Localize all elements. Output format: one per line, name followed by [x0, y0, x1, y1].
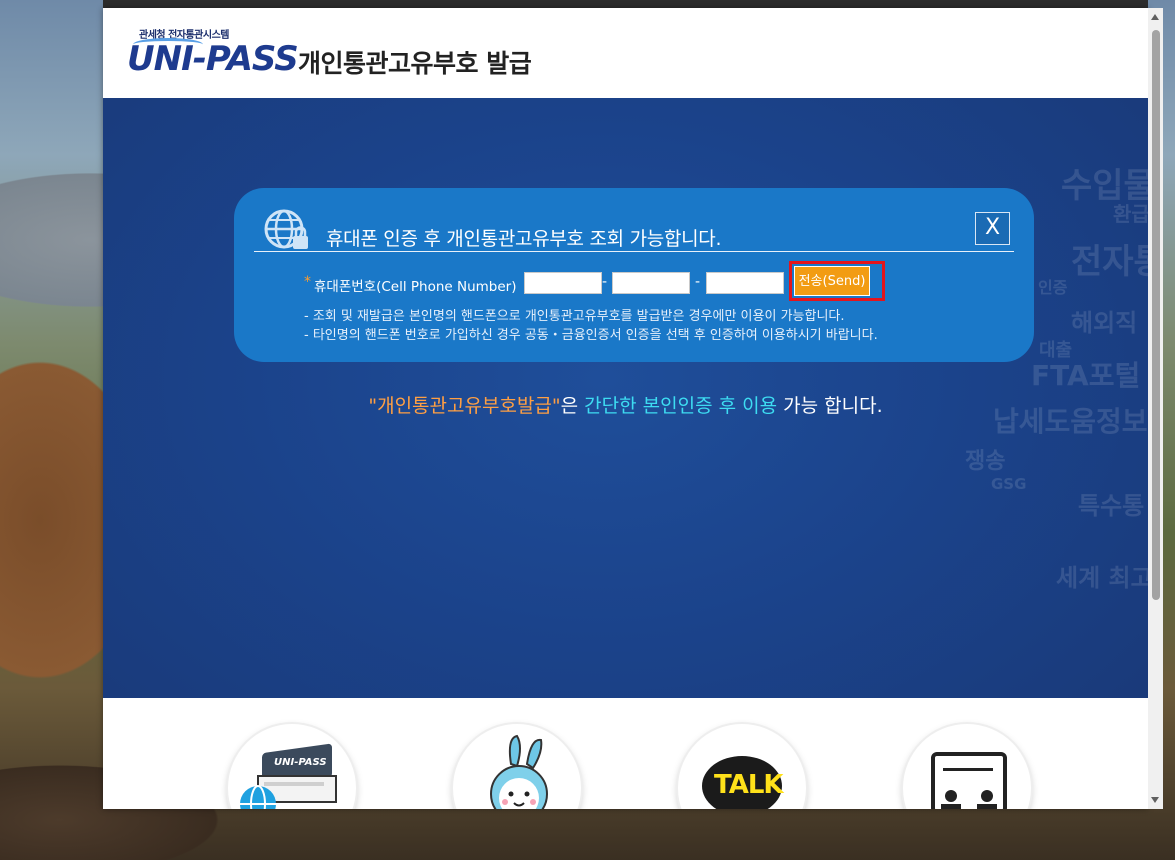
window-top-edge [103, 0, 1148, 8]
quick-menu-consult[interactable] [903, 724, 1031, 809]
watermark-text: GSG [991, 475, 1027, 493]
info-highlight: 간단한 본인인증 후 이용 [584, 395, 778, 417]
phone-input-part2[interactable] [612, 272, 690, 294]
watermark-text: 세계 최고 [1056, 564, 1148, 592]
quick-menu-area: UNI-PASS TALK [103, 698, 1148, 809]
watermark-text: 인증 [1038, 278, 1068, 297]
popup-title: 휴대폰 인증 후 개인통관고유부호 조회 가능합니다. [326, 228, 722, 250]
watermark-text: 특수통 [1078, 492, 1145, 520]
counsel-board-icon [931, 752, 1007, 809]
info-text-end: 가능 합니다. [777, 395, 883, 417]
phone-separator: - [695, 274, 701, 290]
notice-line-1: - 조회 및 재발급은 본인명의 핸드폰으로 개인통관고유부호를 발급받은 경우… [304, 309, 845, 324]
page-header: 관세청 전자통관시스템 UNI-PASS 개인통관고유부호 발급 [103, 8, 1148, 98]
browser-window: 관세청 전자통관시스템 UNI-PASS 개인통관고유부호 발급 수입물 환급 … [103, 8, 1148, 809]
phone-separator: - [602, 274, 608, 290]
phone-number-label: 휴대폰번호(Cell Phone Number) [314, 279, 517, 295]
quick-menu-kakaotalk[interactable]: TALK [678, 724, 806, 809]
info-text: 은 [560, 395, 585, 417]
phone-auth-popup: 휴대폰 인증 후 개인통관고유부호 조회 가능합니다. X * 휴대폰번호(Ce… [234, 188, 1034, 362]
info-message: "개인통관고유부호발급"은 간단한 본인인증 후 이용 가능 합니다. [103, 391, 1148, 418]
watermark-text: 쟁송 [965, 449, 1006, 474]
notice-line-2: - 타인명의 핸드폰 번호로 가입하신 경우 공동・금융인증서 인증을 선택 후… [304, 328, 878, 343]
unipass-book-label: UNI-PASS [274, 757, 327, 768]
info-service-name: "개인통관고유부호발급" [368, 395, 561, 417]
watermark-text: 해외직 [1071, 309, 1138, 337]
globe-lock-icon [264, 208, 310, 252]
quick-menu-unipass[interactable]: UNI-PASS [228, 724, 356, 809]
vertical-scrollbar[interactable] [1148, 8, 1163, 809]
talk-bubble-label: TALK [714, 770, 784, 800]
rabbit-mascot-icon [490, 734, 548, 809]
popup-divider [254, 251, 1014, 252]
required-mark: * [304, 274, 311, 290]
scroll-up-icon[interactable] [1151, 14, 1159, 20]
send-button[interactable]: 전송(Send) [794, 266, 870, 296]
watermark-text: 전자통 [1071, 242, 1148, 282]
quick-menu-chatbot[interactable] [453, 724, 581, 809]
watermark-text: 환급 [1113, 202, 1148, 226]
scroll-down-icon[interactable] [1151, 797, 1159, 803]
page-title: 개인통관고유부호 발급 [298, 49, 532, 78]
phone-input-part1[interactable] [524, 272, 602, 294]
close-button[interactable]: X [975, 212, 1010, 245]
watermark-text: FTA포털 [1031, 359, 1141, 392]
scrollbar-thumb[interactable] [1152, 30, 1160, 600]
phone-input-part3[interactable] [706, 272, 784, 294]
unipass-logo: UNI-PASS [127, 39, 299, 79]
main-banner: 수입물 환급 전자통 인증 해외직 대출 FTA포털 납세도움정보 쟁송 GSG… [103, 98, 1148, 698]
